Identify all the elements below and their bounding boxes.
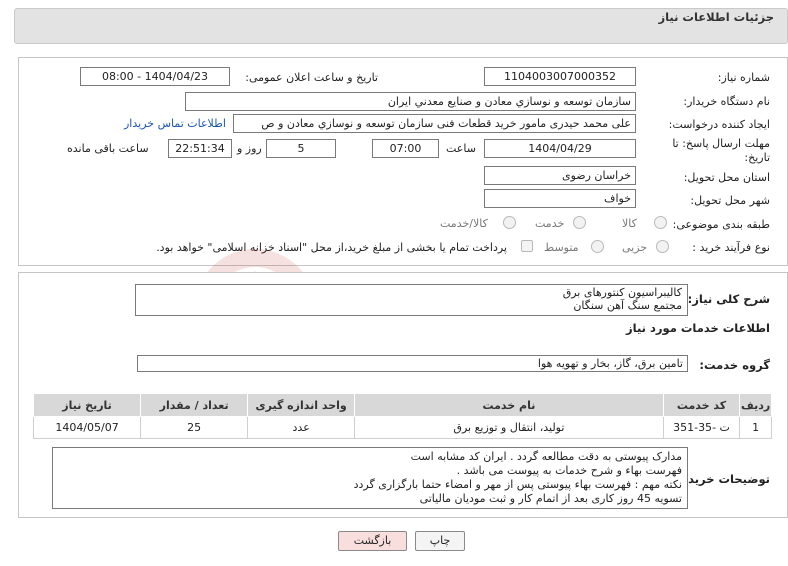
services-section-title: اطلاعات خدمات مورد نیاز <box>626 321 770 335</box>
category-radio-goods-service[interactable] <box>503 216 516 229</box>
deadline-label: مهلت ارسال پاسخ: تا <box>672 137 770 150</box>
cell-code: ت -35-351 <box>662 416 741 439</box>
deadline-time-label: ساعت <box>446 142 476 155</box>
service-group-label: گروه خدمت: <box>699 358 770 372</box>
province-field[interactable]: خراسان رضوی <box>484 166 636 185</box>
category-label: طبقه بندی موضوعی: <box>672 218 770 231</box>
purchase-radio-medium[interactable] <box>591 240 604 253</box>
category-option-service: خدمت <box>535 217 565 230</box>
city-label: شهر محل تحویل: <box>690 194 770 207</box>
col-unit-header: واحد اندازه گیری <box>247 393 356 417</box>
province-label: استان محل تحویل: <box>683 171 770 184</box>
back-button[interactable]: بازگشت <box>338 531 407 551</box>
table-header-row: ردیف کد خدمت نام خدمت واحد اندازه گیری ت… <box>32 393 772 417</box>
creator-field[interactable]: علی محمد حیدری مامور خرید قطعات فنی سازم… <box>233 114 636 133</box>
col-code-header: کد خدمت <box>662 393 741 417</box>
days-remaining-field[interactable]: 5 <box>266 139 336 158</box>
announce-date-field[interactable]: 1404/04/23 - 08:00 <box>80 67 230 86</box>
purchase-type-label: نوع فرآیند خرید : <box>692 241 770 254</box>
col-name-header: نام خدمت <box>354 393 664 417</box>
purchase-option-medium: متوسط <box>544 241 579 254</box>
category-radio-service[interactable] <box>573 216 586 229</box>
creator-label: ایجاد کننده درخواست: <box>668 118 770 131</box>
deadline-time-field[interactable]: 07:00 <box>372 139 439 158</box>
service-group-field[interactable]: تامین برق، گاز، بخار و تهویه هوا <box>137 355 688 372</box>
notes-line-4: تسویه 45 روز کاری بعد از اتمام کار و ثبت… <box>419 492 682 505</box>
col-row-header: ردیف <box>739 393 772 417</box>
summary-label: شرح کلی نیاز: <box>687 292 770 306</box>
category-option-goods-service: کالا/خدمت <box>440 217 488 230</box>
summary-line-2: مجتمع سنگ آهن سنگان <box>573 299 682 312</box>
cell-date: 1404/05/07 <box>32 416 142 439</box>
need-number-field[interactable]: 1104003007000352 <box>484 67 636 86</box>
cell-name: تولید، انتقال و توزیع برق <box>354 416 664 439</box>
summary-textarea[interactable]: کالیبراسیون کنتورهای برق مجتمع سنگ آهن س… <box>135 284 688 316</box>
services-table: ردیف کد خدمت نام خدمت واحد اندازه گیری ت… <box>32 393 772 439</box>
remaining-time-label: ساعت باقی مانده <box>67 142 149 155</box>
cell-unit: عدد <box>247 416 356 439</box>
buyer-notes-textarea[interactable]: مدارک پیوستی به دقت مطالعه گردد . ایران … <box>52 447 688 509</box>
announce-date-label: تاریخ و ساعت اعلان عمومی: <box>245 71 378 84</box>
treasury-payment-note: پرداخت تمام یا بخشی از مبلغ خرید،از محل … <box>156 241 507 254</box>
need-number-label: شماره نیاز: <box>717 71 770 84</box>
category-radio-goods[interactable] <box>654 216 667 229</box>
cell-qty: 25 <box>140 416 249 439</box>
col-qty-header: تعداد / مقدار <box>140 393 249 417</box>
purchase-option-minor: جزیی <box>622 241 648 254</box>
buyer-org-label: نام دستگاه خریدار: <box>683 95 770 108</box>
days-label: روز و <box>237 142 262 155</box>
notes-line-3: نکته مهم : فهرست بهاء پیوستی پس از مهر و… <box>353 478 682 491</box>
buyer-contact-link[interactable]: اطلاعات تماس خریدار <box>124 117 226 130</box>
col-date-header: تاریخ نیاز <box>32 393 142 417</box>
need-info-panel <box>18 57 788 266</box>
deadline-label-date: تاریخ: <box>744 151 770 164</box>
notes-line-2: فهرست بهاء و شرح خدمات به پیوست می باشد … <box>456 464 682 477</box>
remaining-time-field[interactable]: 22:51:34 <box>168 139 232 158</box>
city-field[interactable]: خواف <box>484 189 636 208</box>
notes-line-1: مدارک پیوستی به دقت مطالعه گردد . ایران … <box>410 450 682 463</box>
treasury-checkbox[interactable] <box>521 240 533 252</box>
buyer-org-field[interactable]: سازمان توسعه و نوسازي معادن و صنايع معدن… <box>185 92 636 111</box>
print-button[interactable]: چاپ <box>415 531 465 551</box>
page-title: جزئیات اطلاعات نیاز <box>658 10 774 24</box>
table-row[interactable]: 1 ت -35-351 تولید، انتقال و توزیع برق عد… <box>32 416 772 439</box>
deadline-date-field[interactable]: 1404/04/29 <box>484 139 636 158</box>
summary-line-1: کالیبراسیون کنتورهای برق <box>562 286 682 299</box>
category-option-goods: کالا <box>622 217 637 230</box>
purchase-radio-minor[interactable] <box>656 240 669 253</box>
cell-row: 1 <box>739 416 772 439</box>
